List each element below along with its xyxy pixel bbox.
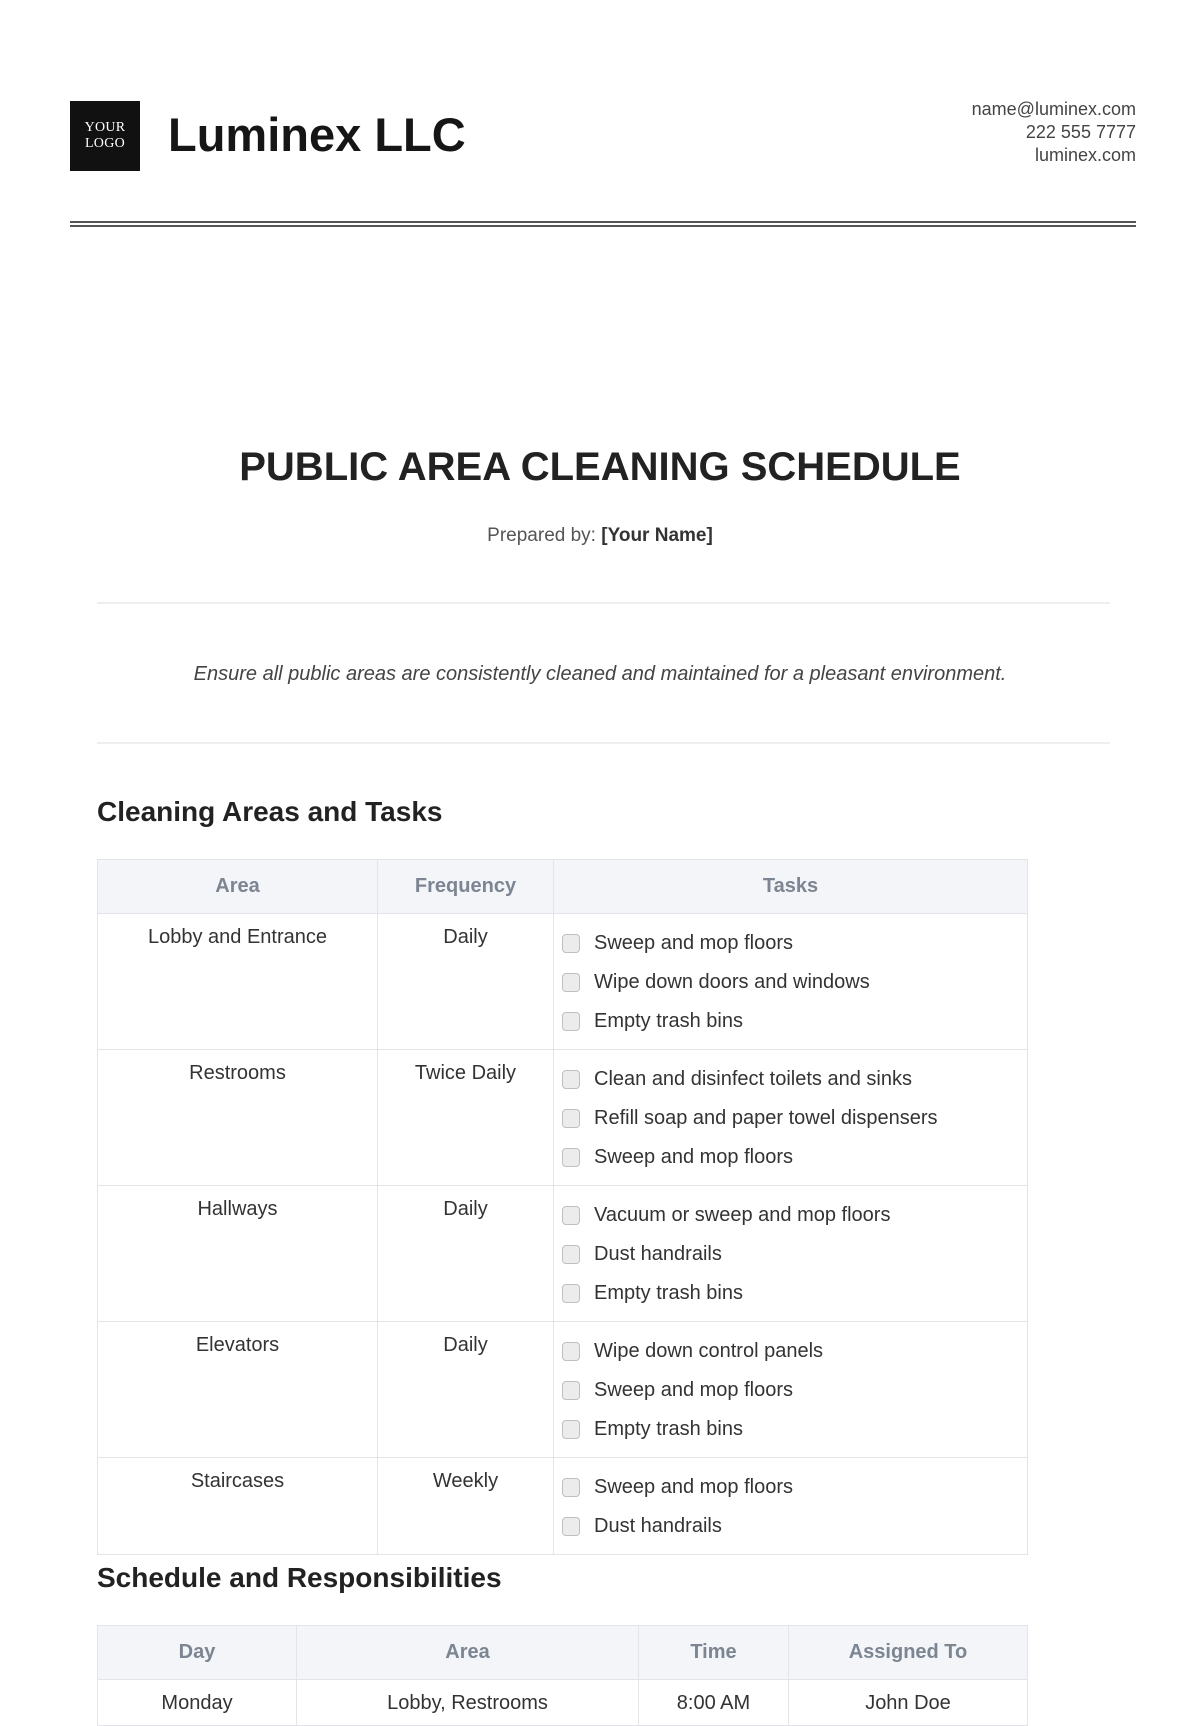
task-checkbox[interactable] bbox=[562, 1206, 580, 1225]
table-row: Lobby and Entrance Daily Sweep and mop flo… bbox=[97, 913, 1028, 1050]
task-label: Empty trash bins bbox=[594, 1418, 743, 1440]
area-cell: Hallways bbox=[97, 1185, 378, 1322]
task-checkbox[interactable] bbox=[562, 1420, 580, 1439]
task-item: Empty trash bins bbox=[562, 1410, 1021, 1449]
tasks-cell: Sweep and mop floors Wipe down doors and … bbox=[553, 913, 1028, 1050]
task-item: Empty trash bins bbox=[562, 1002, 1021, 1041]
table-row: Hallways Daily Vacuum or sweep and mop flo… bbox=[97, 1185, 1028, 1322]
logo-line-2: LOGO bbox=[84, 136, 126, 151]
column-header-tasks: Tasks bbox=[553, 859, 1028, 914]
cleaning-table: Area Frequency Tasks Lobby and Entrance D… bbox=[97, 859, 1028, 1555]
task-label: Sweep and mop floors bbox=[594, 1379, 794, 1401]
task-checkbox[interactable] bbox=[562, 1070, 580, 1089]
task-checkbox[interactable] bbox=[562, 1148, 580, 1167]
schedule-table-header: Day Area Time Assigned To bbox=[97, 1625, 1028, 1680]
task-label: Sweep and mop floors bbox=[594, 1476, 794, 1498]
task-label: Wipe down doors and windows bbox=[594, 971, 870, 993]
area-cell: Restrooms bbox=[97, 1049, 378, 1186]
contact-info: name@luminex.com 222 555 7777 luminex.co… bbox=[972, 98, 1136, 167]
column-header-day: Day bbox=[97, 1625, 297, 1680]
task-label: Sweep and mop floors bbox=[594, 1146, 794, 1168]
section-heading-cleaning: Cleaning Areas and Tasks bbox=[97, 796, 443, 827]
tasks-cell: Sweep and mop floors Dust handrails bbox=[553, 1457, 1028, 1555]
prepared-by: Prepared by: [Your Name] bbox=[0, 525, 1200, 547]
column-header-frequency: Frequency bbox=[377, 859, 554, 914]
frequency-cell: Daily bbox=[377, 913, 554, 1050]
task-item: Refill soap and paper towel dispensers bbox=[562, 1099, 1021, 1138]
document-tagline: Ensure all public areas are consistently… bbox=[193, 663, 1007, 685]
task-checkbox[interactable] bbox=[562, 1284, 580, 1303]
header-divider bbox=[70, 221, 1136, 227]
area-cell: Staircases bbox=[97, 1457, 378, 1555]
frequency-cell: Daily bbox=[377, 1185, 554, 1322]
document-title: PUBLIC AREA CLEANING SCHEDULE bbox=[239, 445, 961, 489]
task-checkbox[interactable] bbox=[562, 973, 580, 992]
schedule-table: Day Area Time Assigned To Monday Lobby, R… bbox=[97, 1625, 1028, 1726]
task-item: Sweep and mop floors bbox=[562, 1371, 1021, 1410]
task-item: Sweep and mop floors bbox=[562, 1468, 1021, 1507]
contact-email: name@luminex.com bbox=[971, 99, 1136, 119]
task-label: Wipe down control panels bbox=[594, 1340, 824, 1362]
divider-top bbox=[97, 602, 1110, 604]
tasks-cell: Clean and disinfect toilets and sinks Ref… bbox=[553, 1049, 1028, 1186]
task-item: Dust handrails bbox=[562, 1235, 1021, 1274]
table-row: Staircases Weekly Sweep and mop floors Dust… bbox=[97, 1457, 1028, 1555]
task-label: Empty trash bins bbox=[594, 1010, 743, 1032]
cleaning-table-header: Area Frequency Tasks bbox=[97, 859, 1028, 914]
frequency-cell: Twice Daily bbox=[377, 1049, 554, 1186]
column-header-time: Time bbox=[638, 1625, 789, 1680]
table-row: Restrooms Twice Daily Clean and disinfect … bbox=[97, 1049, 1028, 1186]
company-logo: YOUR LOGO bbox=[70, 101, 140, 171]
assigned-cell: John Doe bbox=[788, 1679, 1028, 1726]
section-heading-schedule: Schedule and Responsibilities bbox=[97, 1562, 502, 1593]
task-item: Clean and disinfect toilets and sinks bbox=[562, 1060, 1021, 1099]
task-label: Refill soap and paper towel dispensers bbox=[594, 1107, 938, 1129]
task-label: Empty trash bins bbox=[594, 1282, 743, 1304]
task-checkbox[interactable] bbox=[562, 1109, 580, 1128]
table-row: Elevators Daily Wipe down control panels Sw… bbox=[97, 1321, 1028, 1458]
column-header-area: Area bbox=[296, 1625, 639, 1680]
frequency-cell: Daily bbox=[377, 1321, 554, 1458]
task-item: Wipe down control panels bbox=[562, 1332, 1021, 1371]
task-checkbox[interactable] bbox=[562, 1245, 580, 1264]
prepared-by-label: Prepared by: bbox=[487, 525, 596, 546]
task-checkbox[interactable] bbox=[562, 1342, 580, 1361]
tasks-cell: Vacuum or sweep and mop floors Dust handr… bbox=[553, 1185, 1028, 1322]
column-header-assigned-to: Assigned To bbox=[788, 1625, 1028, 1680]
task-checkbox[interactable] bbox=[562, 1012, 580, 1031]
task-checkbox[interactable] bbox=[562, 1517, 580, 1536]
time-cell: 8:00 AM bbox=[638, 1679, 789, 1726]
day-cell: Monday bbox=[97, 1679, 297, 1726]
task-item: Dust handrails bbox=[562, 1507, 1021, 1546]
task-item: Sweep and mop floors bbox=[562, 924, 1021, 963]
area-cell: Elevators bbox=[97, 1321, 378, 1458]
prepared-by-name: [Your Name] bbox=[601, 525, 713, 546]
contact-phone: 222 555 7777 bbox=[1025, 122, 1136, 142]
task-label: Dust handrails bbox=[594, 1243, 722, 1265]
task-checkbox[interactable] bbox=[562, 1381, 580, 1400]
task-checkbox[interactable] bbox=[562, 934, 580, 953]
task-item: Vacuum or sweep and mop floors bbox=[562, 1196, 1021, 1235]
task-label: Dust handrails bbox=[594, 1515, 722, 1537]
task-item: Sweep and mop floors bbox=[562, 1138, 1021, 1177]
company-name: Luminex LLC bbox=[168, 108, 466, 161]
logo-line-1: YOUR bbox=[84, 120, 126, 135]
area-cell: Lobby, Restrooms bbox=[296, 1679, 639, 1726]
task-checkbox[interactable] bbox=[562, 1478, 580, 1497]
frequency-cell: Weekly bbox=[377, 1457, 554, 1555]
column-header-area: Area bbox=[97, 859, 378, 914]
table-row: Monday Lobby, Restrooms 8:00 AM John Doe bbox=[97, 1679, 1028, 1726]
task-label: Clean and disinfect toilets and sinks bbox=[594, 1068, 912, 1090]
area-cell: Lobby and Entrance bbox=[97, 913, 378, 1050]
task-item: Wipe down doors and windows bbox=[562, 963, 1021, 1002]
tasks-cell: Wipe down control panels Sweep and mop fl… bbox=[553, 1321, 1028, 1458]
task-item: Empty trash bins bbox=[562, 1274, 1021, 1313]
task-label: Sweep and mop floors bbox=[594, 932, 794, 954]
task-label: Vacuum or sweep and mop floors bbox=[594, 1204, 891, 1226]
divider-bottom bbox=[97, 742, 1110, 744]
contact-website: luminex.com bbox=[1034, 145, 1136, 165]
